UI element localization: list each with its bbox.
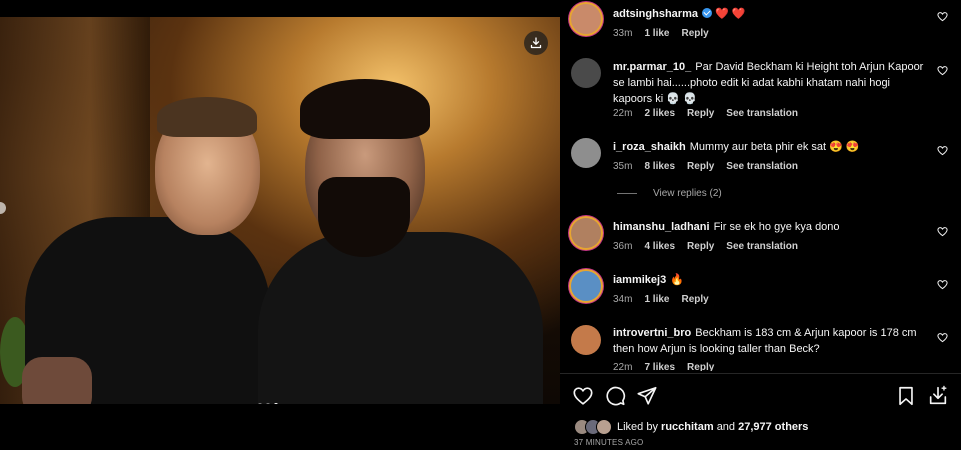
comment-body: ❤️ ❤️ [714, 8, 746, 20]
carousel-dot [258, 403, 262, 404]
comment-like-icon[interactable] [937, 332, 948, 343]
comment-username[interactable]: i_roza_shaikh [613, 141, 686, 153]
comment-like-icon[interactable] [937, 145, 948, 156]
comment-text: i_roza_shaikh Mummy aur beta phir ek sat … [613, 139, 928, 155]
download-icon[interactable] [927, 385, 949, 407]
view-replies-label: View replies (2) [653, 188, 722, 199]
reply-button[interactable]: Reply [687, 362, 714, 371]
comment-body: Mummy aur beta phir ek sat 😍 😍 [689, 141, 860, 153]
comment-likes[interactable]: 4 likes [644, 241, 675, 252]
reply-button[interactable]: Reply [687, 241, 714, 252]
likes-summary[interactable]: Liked by rucchitam and 27,977 others [574, 419, 808, 435]
comment-meta: 35m 8 likes Reply See translation [613, 161, 798, 172]
comment-like-icon[interactable] [937, 226, 948, 237]
post-actions [560, 380, 961, 412]
photo-person-right-body [258, 232, 543, 404]
avatar[interactable] [571, 271, 601, 301]
comment-meta: 36m 4 likes Reply See translation [613, 241, 798, 252]
comment-text: introvertni_bro Beckham is 183 cm & Arjun… [613, 325, 928, 357]
avatar[interactable] [571, 325, 601, 355]
comment-like-icon[interactable] [937, 279, 948, 290]
comment-time: 22m [613, 362, 633, 371]
photo-person-right-hair [300, 79, 430, 139]
likes-user[interactable]: rucchitam [661, 421, 714, 433]
carousel-dot [266, 403, 270, 404]
comment-meta: 22m 2 likes Reply See translation [613, 108, 798, 119]
reply-button[interactable]: Reply [687, 161, 714, 172]
comment-time: 34m [613, 294, 633, 305]
comment-time: 35m [613, 161, 633, 172]
see-translation-button[interactable]: See translation [726, 161, 798, 172]
post-photo[interactable] [0, 17, 560, 404]
comment-meta: 22m 7 likes Reply [613, 362, 714, 371]
divider [560, 373, 961, 374]
comment-text: himanshu_ladhani Fir se ek ho gye kya don… [613, 219, 928, 235]
reply-button[interactable]: Reply [681, 294, 708, 305]
comment-likes[interactable]: 1 like [644, 28, 669, 39]
comment-time: 33m [613, 28, 633, 39]
comment-username[interactable]: mr.parmar_10_ [613, 61, 691, 73]
heart-outline-icon[interactable] [572, 385, 594, 407]
avatar[interactable] [571, 58, 601, 88]
comments-list[interactable]: adtsinghsharma ❤️ ❤️ 33m 1 like Reply mr.… [560, 0, 961, 371]
comment-text: adtsinghsharma ❤️ ❤️ [613, 6, 928, 22]
comment-likes[interactable]: 8 likes [644, 161, 675, 172]
likes-text: Liked by rucchitam and 27,977 others [617, 421, 808, 433]
comment-body: 🔥 [670, 274, 684, 286]
comment-likes[interactable]: 2 likes [644, 108, 675, 119]
view-replies-line [617, 193, 637, 194]
comment-text: mr.parmar_10_ Par David Beckham ki Height… [613, 59, 928, 107]
paper-plane-icon[interactable] [636, 385, 658, 407]
comment-icon[interactable] [604, 385, 626, 407]
photo-person-left-arm [22, 357, 92, 404]
reply-button[interactable]: Reply [687, 108, 714, 119]
avatar[interactable] [571, 138, 601, 168]
comment-username[interactable]: himanshu_ladhani [613, 221, 710, 233]
carousel-dot-active [274, 403, 278, 404]
verified-badge-icon [701, 8, 712, 18]
comment-time: 36m [613, 241, 633, 252]
avatar[interactable] [571, 4, 601, 34]
bookmark-icon[interactable] [895, 385, 917, 407]
photo-person-right-beard [318, 177, 410, 257]
reply-button[interactable]: Reply [681, 28, 708, 39]
comment-time: 22m [613, 108, 633, 119]
comment-username[interactable]: adtsinghsharma [613, 8, 698, 20]
view-replies-button[interactable]: View replies (2) [617, 188, 722, 199]
likes-and: and [716, 421, 736, 433]
download-button[interactable] [524, 31, 548, 55]
comment-username[interactable]: iammikej3 [613, 274, 666, 286]
carousel-indicator [258, 403, 278, 404]
likes-others[interactable]: 27,977 others [738, 421, 808, 433]
avatar[interactable] [571, 218, 601, 248]
download-icon [530, 37, 542, 49]
post-timestamp: 37 MINUTES AGO [574, 438, 644, 447]
comment-meta: 33m 1 like Reply [613, 28, 709, 39]
see-translation-button[interactable]: See translation [726, 241, 798, 252]
comment-likes[interactable]: 7 likes [644, 362, 675, 371]
photo-person-left-hair [157, 97, 257, 137]
likes-prefix: Liked by [617, 421, 658, 433]
comments-panel: adtsinghsharma ❤️ ❤️ 33m 1 like Reply mr.… [560, 0, 961, 450]
comment-likes[interactable]: 1 like [644, 294, 669, 305]
see-translation-button[interactable]: See translation [726, 108, 798, 119]
comment-text: iammikej3 🔥 [613, 272, 928, 288]
comment-username[interactable]: introvertni_bro [613, 327, 691, 339]
comment-meta: 34m 1 like Reply [613, 294, 709, 305]
comment-like-icon[interactable] [937, 65, 948, 76]
comment-body: Fir se ek ho gye kya dono [713, 221, 840, 233]
avatar [596, 419, 612, 435]
comment-like-icon[interactable] [937, 11, 948, 22]
